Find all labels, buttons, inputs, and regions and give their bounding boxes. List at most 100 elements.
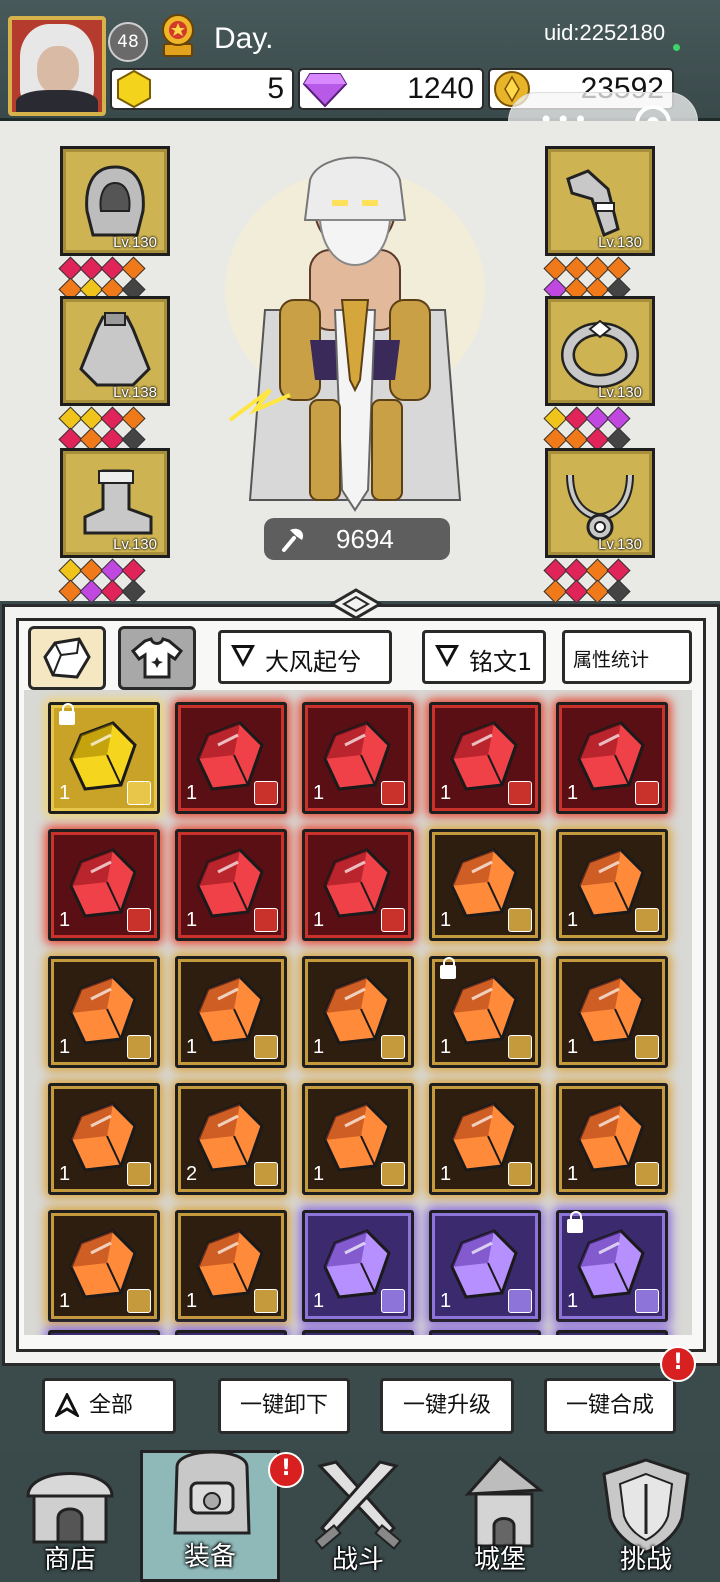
tab-equipment[interactable]	[118, 626, 196, 690]
equip-slot-hood[interactable]: Lv.130	[60, 146, 170, 256]
rune-filter-label: 铭文1	[469, 648, 533, 676]
medal-icon[interactable]	[156, 12, 200, 58]
hero-character[interactable]	[210, 140, 500, 530]
avatar[interactable]	[8, 16, 106, 116]
merge-all-button[interactable]: 一键合成	[544, 1378, 676, 1434]
inventory-item[interactable]: 1	[429, 1083, 541, 1195]
item-count: 1	[440, 909, 452, 931]
nav-castle[interactable]: 城堡	[430, 1450, 570, 1582]
hood-type-icon	[254, 1162, 278, 1186]
rune-filter-dropdown[interactable]: 铭文1	[422, 630, 546, 684]
tab-gems[interactable]	[28, 626, 106, 690]
inventory-item[interactable]	[556, 1330, 668, 1335]
equip-slot-necklace[interactable]: Lv.130	[545, 448, 655, 558]
gem-counter[interactable]: 1240	[298, 68, 484, 110]
player-name: Day.	[214, 22, 274, 55]
inventory-item[interactable]	[429, 1330, 541, 1335]
inventory-item[interactable]: 1	[302, 829, 414, 941]
inventory-item[interactable]: 1	[429, 1210, 541, 1322]
item-count: 1	[313, 782, 325, 804]
inventory-item[interactable]: 1	[48, 1083, 160, 1195]
inventory-item[interactable]: 1	[175, 829, 287, 941]
nav-battle-label: 战斗	[331, 1545, 384, 1575]
ring-type-icon	[635, 908, 659, 932]
equip-level: Lv.130	[113, 536, 157, 553]
inventory-item[interactable]	[48, 1330, 160, 1335]
inventory-item[interactable]: 1	[556, 956, 668, 1068]
coin-value: 5	[267, 72, 284, 105]
item-count: 1	[567, 1290, 579, 1312]
gem-tab-icon	[43, 637, 91, 679]
hood-type-icon	[381, 908, 405, 932]
equip-slot-cape[interactable]: Lv.138	[60, 296, 170, 406]
hood-type-icon	[508, 1162, 532, 1186]
inventory-item[interactable]	[175, 1330, 287, 1335]
nav-shop[interactable]: 商店	[0, 1450, 140, 1582]
equip-level: Lv.130	[598, 384, 642, 401]
inventory-item[interactable]: 1	[302, 702, 414, 814]
item-count: 1	[567, 782, 579, 804]
equip-slot-boot[interactable]: Lv.130	[60, 448, 170, 558]
item-count: 1	[59, 1036, 71, 1058]
inventory-item[interactable]: 1	[556, 1210, 668, 1322]
inventory-item[interactable]: 1	[48, 1210, 160, 1322]
inventory-item[interactable]: 1	[175, 956, 287, 1068]
item-count: 1	[186, 1290, 198, 1312]
inventory-item[interactable]: 1	[48, 702, 160, 814]
dropdown-triangle-icon	[231, 645, 255, 667]
inventory-item[interactable]: 1	[302, 1210, 414, 1322]
nav-challenge-label: 挑战	[619, 1545, 672, 1575]
item-count: 1	[440, 1036, 452, 1058]
merge-alert-badge: !	[660, 1346, 696, 1382]
inventory-grid: 1 1 1 1 1 1 1 1 1 1 1 1 1 1 1 1 2 1 1 1 1 1 1 1 1	[24, 690, 692, 1335]
inventory-item[interactable]: 1	[556, 1083, 668, 1195]
triangle-up-icon	[55, 1393, 79, 1417]
filter-all-button[interactable]: 全部	[42, 1378, 176, 1434]
dropdown-triangle-icon	[435, 645, 459, 667]
set-filter-dropdown[interactable]: 大风起兮	[218, 630, 392, 684]
set-filter-label: 大风起兮	[265, 648, 361, 676]
upgrade-all-button[interactable]: 一键升级	[380, 1378, 514, 1434]
lock-icon	[440, 957, 456, 979]
item-count: 1	[186, 1036, 198, 1058]
nav-equipment[interactable]: 装备	[140, 1450, 280, 1582]
lock-icon	[59, 703, 75, 725]
equip-level: Lv.130	[598, 234, 642, 251]
inventory-item[interactable]: 2	[175, 1083, 287, 1195]
necklace-type-icon	[127, 1289, 151, 1313]
nav-battle[interactable]: 战斗	[288, 1450, 428, 1582]
inventory-item[interactable]: 1	[556, 702, 668, 814]
stats-button-label: 属性统计	[573, 649, 650, 671]
cape-gem-sockets	[58, 406, 164, 452]
item-count: 1	[313, 1036, 325, 1058]
inventory-item[interactable]: 1	[429, 956, 541, 1068]
stats-button[interactable]: 属性统计	[562, 630, 692, 684]
player-uid: uid:2252180	[544, 20, 666, 45]
inventory-item[interactable]: 1	[302, 1083, 414, 1195]
inventory-item[interactable]: 1	[48, 829, 160, 941]
backpack-icon	[173, 1450, 251, 1535]
inventory-item[interactable]: 1	[429, 702, 541, 814]
unequip-all-button[interactable]: 一键卸下	[218, 1378, 350, 1434]
item-count: 1	[313, 909, 325, 931]
coin-counter[interactable]: 5	[110, 68, 294, 110]
inventory-item[interactable]: 1	[302, 956, 414, 1068]
inventory-item[interactable]: 1	[175, 702, 287, 814]
item-count: 1	[313, 1290, 325, 1312]
necklace-gem-sockets	[543, 558, 649, 604]
nav-challenge[interactable]: 挑战	[576, 1450, 716, 1582]
lock-icon	[567, 1211, 583, 1233]
inventory-item[interactable]: 1	[429, 829, 541, 941]
equip-level: Lv.130	[113, 234, 157, 251]
item-count: 1	[567, 1036, 579, 1058]
equip-slot-ring[interactable]: Lv.130	[545, 296, 655, 406]
item-count: 1	[440, 1290, 452, 1312]
weapon-type-icon	[635, 1035, 659, 1059]
inventory-item[interactable]: 1	[556, 829, 668, 941]
equip-slot-bracer[interactable]: Lv.130	[545, 146, 655, 256]
inventory-item[interactable]: 1	[48, 956, 160, 1068]
combat-power-value: 9694	[336, 524, 394, 554]
inventory-item[interactable]	[302, 1330, 414, 1335]
inventory-item[interactable]: 1	[175, 1210, 287, 1322]
item-count: 1	[186, 909, 198, 931]
